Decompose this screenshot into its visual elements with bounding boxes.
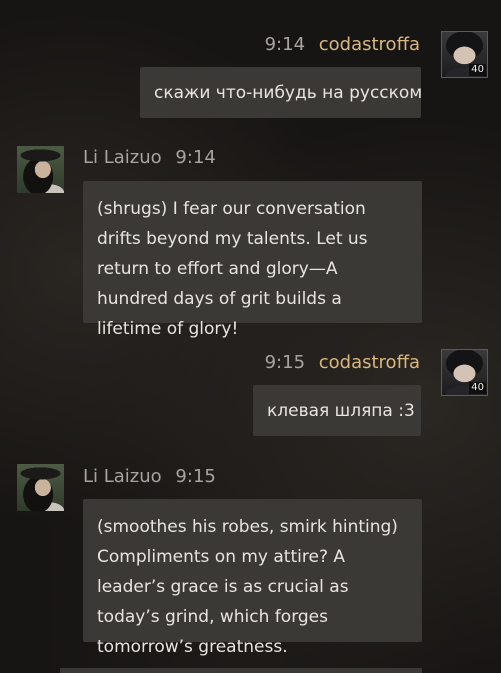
message-text: скажи что-нибудь на русском (154, 83, 423, 103)
level-badge: 40 (469, 382, 486, 394)
next-message-bubble-edge (60, 668, 422, 673)
message-text: (smoothes his robes, smirk hinting) Comp… (97, 517, 398, 657)
avatar-portrait (17, 146, 64, 193)
sender-name[interactable]: codastroffa (319, 34, 420, 55)
message-time: 9:14 (175, 147, 216, 168)
li-laizuo-avatar[interactable] (17, 146, 64, 193)
li-laizuo-avatar[interactable] (17, 464, 64, 511)
avatar-portrait (17, 464, 64, 511)
sender-name[interactable]: Li Laizuo (83, 466, 162, 487)
message-text: клевая шляпа :3 (267, 401, 415, 421)
message-header-npc: Li Laizuo 9:15 (83, 466, 216, 488)
sender-name[interactable]: Li Laizuo (83, 147, 162, 168)
message-time: 9:14 (264, 34, 306, 55)
message-bubble: (shrugs) I fear our conversation drifts … (83, 181, 422, 339)
user-avatar[interactable]: 40 (441, 349, 488, 396)
message-bubble: клевая шляпа :3 (253, 385, 421, 436)
message-time: 9:15 (175, 466, 216, 487)
user-avatar[interactable]: 40 (441, 31, 488, 78)
message-header-npc: Li Laizuo 9:14 (83, 147, 216, 169)
message-text: (shrugs) I fear our conversation drifts … (97, 199, 368, 339)
message-header-user: 9:14 codastroffa (265, 34, 420, 56)
sender-name[interactable]: codastroffa (319, 352, 420, 373)
message-time: 9:15 (264, 352, 306, 373)
message-bubble: скажи что-нибудь на русском (140, 67, 423, 118)
message-bubble: (smoothes his robes, smirk hinting) Comp… (83, 499, 422, 657)
level-badge: 40 (469, 64, 486, 76)
message-header-user: 9:15 codastroffa (265, 352, 420, 374)
